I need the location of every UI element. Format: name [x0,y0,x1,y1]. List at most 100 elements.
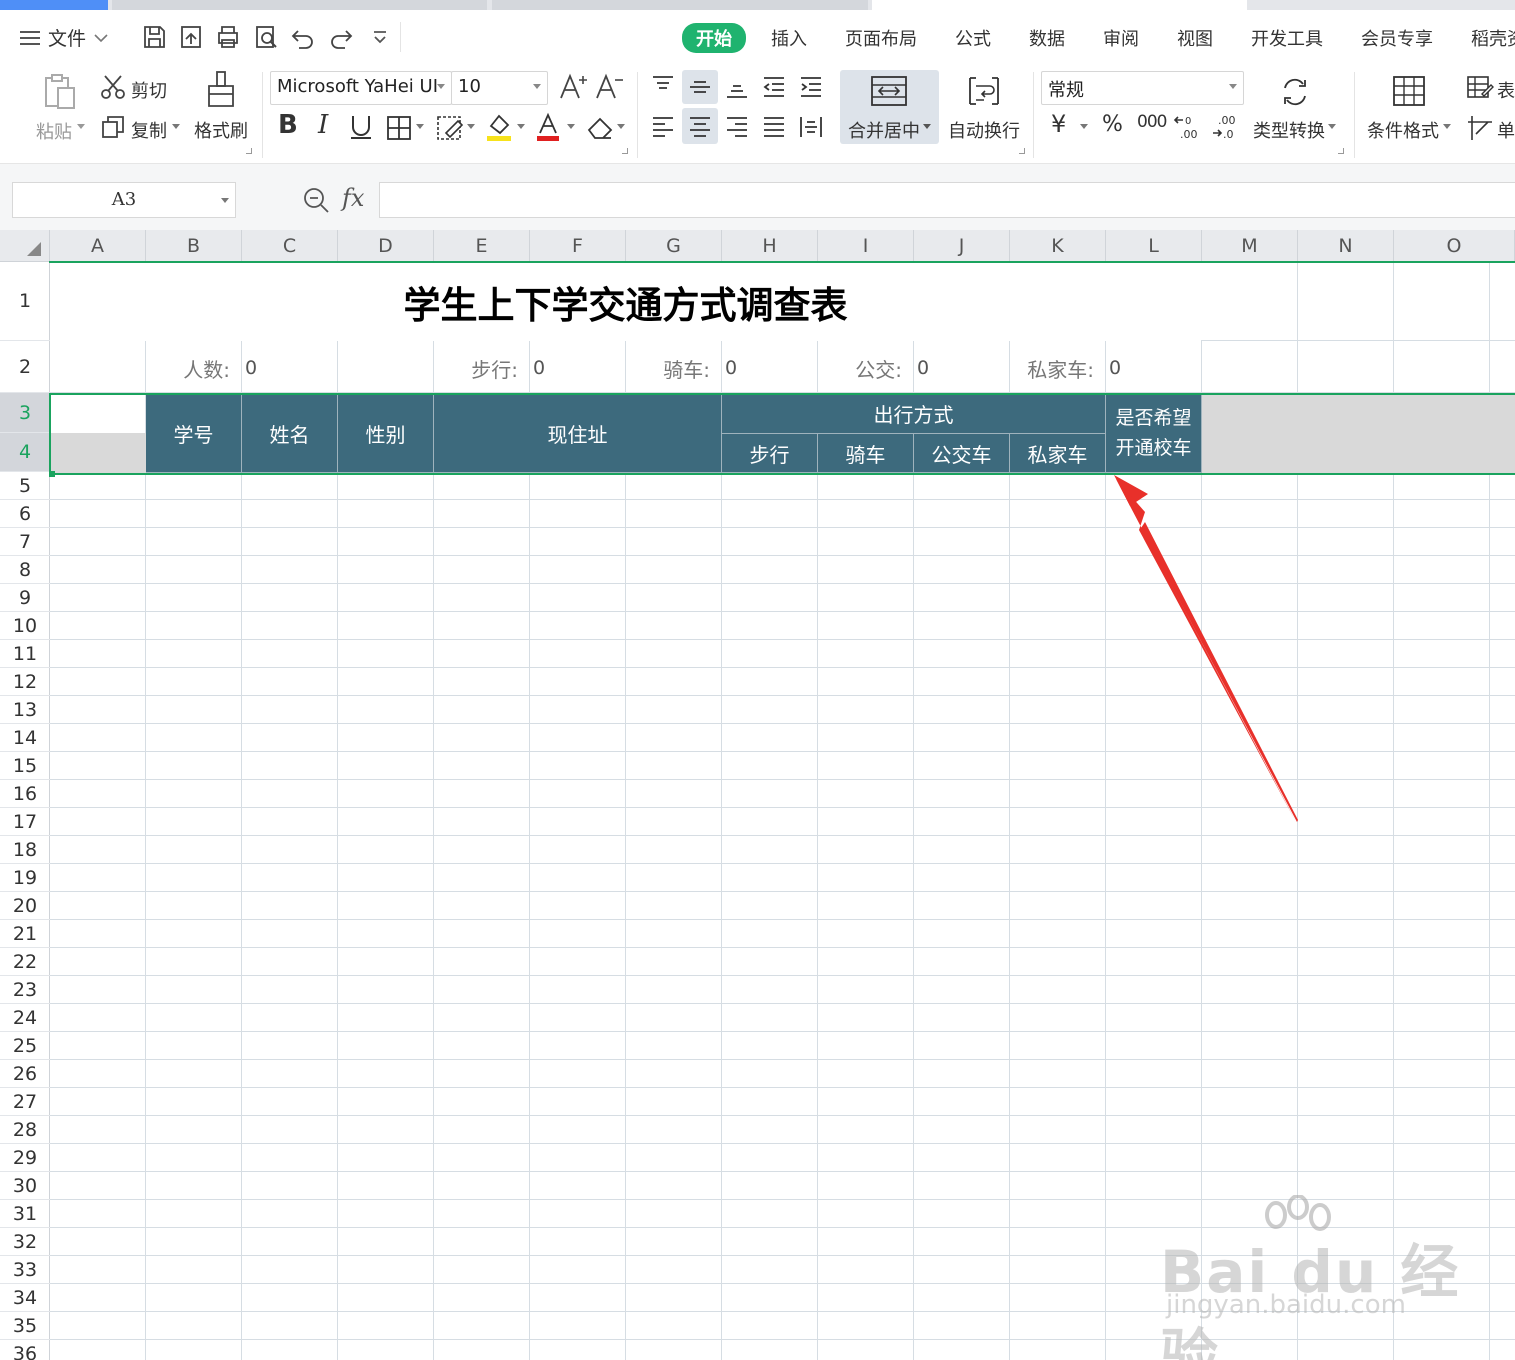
merge-center-icon [871,76,907,106]
table-style-button[interactable]: 表 [1497,77,1515,103]
cell-icon [1468,116,1492,140]
divider [400,22,401,52]
zoom-icon[interactable] [302,186,330,214]
tab-developer[interactable]: 开发工具 [1251,25,1323,51]
tab-page-layout[interactable]: 页面布局 [845,25,917,51]
caret-icon[interactable] [416,124,424,130]
format-painter-icon [208,71,234,107]
tab-formulas[interactable]: 公式 [955,25,991,51]
document-tab-2[interactable] [112,0,487,10]
italic-icon[interactable]: I [318,110,328,140]
font-size-select[interactable]: 10 [451,71,548,105]
divider [1033,72,1034,158]
underline-icon[interactable] [348,113,374,141]
redo-icon[interactable] [327,23,355,51]
document-tab-active[interactable] [872,0,1247,10]
bold-icon[interactable]: B [278,110,298,140]
format-painter-button[interactable]: 格式刷 [194,117,248,143]
print-preview-icon[interactable] [252,23,280,51]
tab-insert[interactable]: 插入 [771,25,807,51]
caret-icon[interactable] [77,124,85,130]
distributed-align-icon[interactable] [798,114,824,140]
align-right-icon[interactable] [724,114,750,140]
borders-icon[interactable] [386,115,412,141]
align-center-icon[interactable] [687,114,713,140]
font-color-icon[interactable] [535,112,563,142]
paste-button[interactable]: 粘贴 [36,118,72,144]
tab-member[interactable]: 会员专享 [1361,25,1433,51]
caret-icon[interactable] [923,124,931,130]
caret-icon[interactable] [1443,124,1451,130]
align-bottom-icon[interactable] [724,74,750,100]
chevron-down-icon [94,33,108,42]
number-launcher[interactable] [1338,148,1344,154]
alignment-launcher[interactable] [1019,148,1025,154]
document-tab-3[interactable] [492,0,868,10]
copy-icon [102,116,124,138]
document-tab-1[interactable] [0,0,108,10]
export-icon[interactable] [177,23,205,51]
type-convert-button[interactable]: 类型转换 [1253,117,1325,143]
hamburger-icon [20,30,40,45]
decrease-indent-icon[interactable] [761,74,787,100]
conditional-format-icon [1393,76,1425,106]
formula-input[interactable] [379,182,1515,218]
conditional-format-button[interactable]: 条件格式 [1367,117,1439,143]
align-left-icon[interactable] [650,114,676,140]
caret-icon[interactable] [467,124,475,130]
function-icon[interactable]: fx [342,184,364,212]
decrease-font-icon[interactable] [594,72,624,102]
font-launcher[interactable] [622,148,628,154]
caret-icon[interactable] [172,124,180,130]
spreadsheet-grid[interactable]: ABCDEFGHIJKLMNO 1 2 3 4 5 6 7 8 9 10 11 12 13 14 15 16 1… [0,230,1515,1360]
cell-style-icon[interactable] [436,115,464,141]
percent-icon[interactable]: % [1102,112,1123,137]
svg-text:.00: .00 [1180,128,1198,141]
wrap-text-icon [969,77,999,105]
thousands-icon[interactable]: 000 [1137,112,1167,132]
fill-color-icon[interactable] [485,112,513,142]
increase-decimal-icon[interactable]: 0.00 [1172,112,1202,142]
copy-button[interactable]: 复制 [131,117,167,143]
tab-data[interactable]: 数据 [1029,25,1065,51]
currency-icon[interactable]: ¥ [1051,110,1066,138]
increase-font-icon[interactable] [558,72,588,102]
chevron-down-icon [221,198,229,203]
justify-icon[interactable] [761,114,787,140]
tab-review[interactable]: 审阅 [1103,25,1139,51]
caret-icon[interactable] [567,124,575,130]
annotation-arrow [1114,475,1298,822]
font-size-value: 10 [458,76,481,97]
align-middle-icon[interactable] [687,74,713,100]
caret-icon[interactable] [1080,124,1088,130]
undo-icon[interactable] [289,23,317,51]
name-box[interactable]: A3 [12,182,236,218]
file-menu[interactable]: 文件 [20,24,108,51]
caret-icon[interactable] [1328,124,1336,130]
tab-home[interactable]: 开始 [682,23,746,53]
cut-button[interactable]: 剪切 [131,77,167,103]
eraser-icon[interactable] [586,114,614,142]
customize-toolbar-icon[interactable] [366,23,394,51]
paste-icon[interactable] [40,72,80,112]
cell-button[interactable]: 单 [1497,117,1515,143]
clipboard-launcher[interactable] [246,148,252,154]
font-name-select[interactable]: Microsoft YaHei UI [270,71,452,105]
chevron-down-icon [533,84,541,89]
caret-icon[interactable] [517,124,525,130]
merge-center-button[interactable]: 合并居中 [848,117,920,143]
tab-view[interactable]: 视图 [1177,25,1213,51]
save-icon[interactable] [140,23,168,51]
print-icon[interactable] [214,23,242,51]
align-top-icon[interactable] [650,74,676,100]
paw-icon [1265,1195,1331,1231]
caret-icon[interactable] [617,124,625,130]
wrap-text-button[interactable]: 自动换行 [948,117,1020,143]
number-format-select[interactable]: 常规 [1041,71,1244,105]
increase-indent-icon[interactable] [798,74,824,100]
divider [637,72,638,158]
tab-docer[interactable]: 稻壳资 [1471,25,1515,51]
table-style-icon [1467,76,1494,98]
formula-bar: A3 fx [0,164,1515,230]
decrease-decimal-icon[interactable]: .00.0 [1210,112,1240,142]
